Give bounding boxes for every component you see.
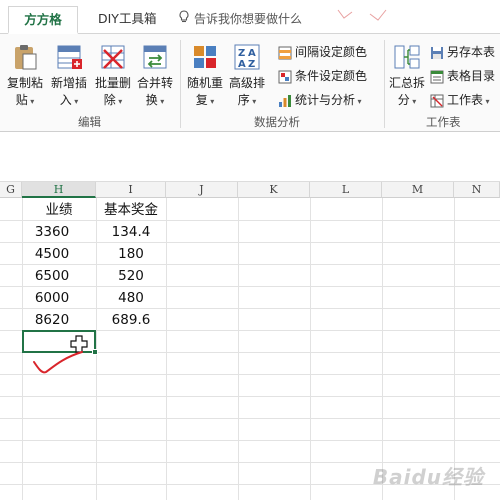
column-header-n[interactable]: N xyxy=(454,182,500,198)
clipboard-icon xyxy=(15,45,37,70)
grid-line xyxy=(454,198,455,500)
grid-line xyxy=(0,440,500,441)
random-repeat-button[interactable]: 随机重 复 ▾ xyxy=(184,42,226,110)
svg-text:A: A xyxy=(248,48,256,59)
insert-label-1: 新增插 xyxy=(50,76,87,90)
svg-text:A: A xyxy=(238,59,246,70)
cell-h-row2[interactable]: 4500 xyxy=(22,243,82,265)
grid-line xyxy=(382,198,383,500)
tell-me-search[interactable]: 告诉我你想要做什么 xyxy=(178,6,302,34)
lightbulb-icon xyxy=(178,7,190,33)
worksheet-button[interactable]: 工作表 ▾ xyxy=(430,90,490,110)
worksheet-label: 工作表 xyxy=(447,93,484,107)
sort-az-icon: Z AA Z xyxy=(234,44,260,70)
group-divider xyxy=(180,40,181,128)
grid-line xyxy=(166,198,167,500)
red-check-mark-icon xyxy=(33,351,83,374)
ribbon-tab-bar: 方方格子 DIY工具箱 告诉我你想要做什么 xyxy=(0,0,500,53)
cell-i-row3[interactable]: 520 xyxy=(96,265,166,287)
ribbon: 复制粘 贴 ▾ 新增插 入 ▾ 批量删 除 ▾ 合并转 换 ▾ 编辑 随机重 复… xyxy=(0,34,500,132)
interval-color-label: 间隔设定颜色 xyxy=(295,45,368,59)
cell-i-row1[interactable]: 134.4 xyxy=(96,221,166,243)
tab-fangfanggezi[interactable]: 方方格子 xyxy=(8,6,78,53)
summary-split-button[interactable]: 汇总拆 分 ▾ xyxy=(386,42,428,110)
merge-convert-button[interactable]: 合并转 换 ▾ xyxy=(134,42,176,110)
sheet-group-label: 工作表 xyxy=(426,115,461,129)
batch-delete-button[interactable]: 批量删 除 ▾ xyxy=(92,42,134,110)
grid-line xyxy=(310,198,311,500)
cell-h-row3[interactable]: 6500 xyxy=(22,265,82,287)
grid-line xyxy=(238,198,239,500)
condition-color-button[interactable]: 条件设定颜色 xyxy=(278,66,367,86)
column-header-i[interactable]: I xyxy=(96,182,166,198)
watermark: Baidu经验 xyxy=(372,465,484,489)
svg-text:Z: Z xyxy=(248,59,255,70)
svg-text:Z: Z xyxy=(238,48,245,59)
batch-delete-label-1: 批量删 xyxy=(94,76,131,90)
insert-table-icon xyxy=(57,45,82,69)
save-icon xyxy=(431,46,443,59)
tell-me-text: 告诉我你想要做什么 xyxy=(194,12,303,26)
interval-color-icon xyxy=(278,46,292,59)
cell-i-row2[interactable]: 180 xyxy=(96,243,166,265)
interval-color-button[interactable]: 间隔设定颜色 xyxy=(278,42,367,62)
table-directory-button[interactable]: 表格目录 xyxy=(430,66,495,86)
cell-i-header[interactable]: 基本奖金 xyxy=(96,199,166,221)
summary-split-icon xyxy=(394,45,420,69)
save-sheet-label: 另存本表 xyxy=(447,45,496,59)
directory-icon xyxy=(430,70,444,83)
cell-h-row1[interactable]: 3360 xyxy=(22,221,82,243)
fill-handle[interactable] xyxy=(92,349,98,355)
column-header-j[interactable]: J xyxy=(166,182,238,198)
column-header-h[interactable]: H xyxy=(22,182,96,198)
analysis-group-label: 数据分析 xyxy=(254,115,300,129)
copy-paste-label-2: 贴 xyxy=(15,93,28,107)
insert-label-2: 入 xyxy=(59,93,72,107)
merge-convert-label-2: 换 xyxy=(145,93,158,107)
random-repeat-label-1: 随机重 xyxy=(186,76,223,90)
merge-icon xyxy=(143,45,167,69)
save-sheet-button[interactable]: 另存本表 xyxy=(430,42,495,62)
formula-bar-area xyxy=(0,132,500,182)
cell-h-row5[interactable]: 8620 xyxy=(22,309,82,331)
statistics-analysis-button[interactable]: 统计与分析 ▾ xyxy=(278,90,362,110)
copy-paste-button[interactable]: 复制粘 贴 ▾ xyxy=(4,42,46,110)
summary-split-label-1: 汇总拆 xyxy=(388,76,425,90)
merge-convert-label-1: 合并转 xyxy=(136,76,173,90)
statistics-analysis-label: 统计与分析 xyxy=(295,93,356,107)
condition-color-label: 条件设定颜色 xyxy=(295,69,368,83)
random-icon xyxy=(194,46,216,68)
column-header-m[interactable]: M xyxy=(382,182,454,198)
grid-line xyxy=(0,396,500,397)
random-repeat-label-2: 复 xyxy=(195,93,208,107)
column-header-g[interactable]: G xyxy=(0,182,22,198)
grid-line xyxy=(0,418,500,419)
statistics-icon xyxy=(279,94,291,107)
cell-i-row4[interactable]: 480 xyxy=(96,287,166,309)
cell-h-header[interactable]: 业绩 xyxy=(22,199,96,221)
copy-paste-label-1: 复制粘 xyxy=(6,76,43,90)
cell-i-row5[interactable]: 689.6 xyxy=(96,309,166,331)
advanced-sort-label-2: 序 xyxy=(237,93,250,107)
column-header-k[interactable]: K xyxy=(238,182,310,198)
group-divider xyxy=(384,40,385,128)
advanced-sort-button[interactable]: ZAAZ 高级排 序 ▾ xyxy=(226,42,268,110)
summary-split-label-2: 分 xyxy=(397,93,410,107)
table-directory-label: 表格目录 xyxy=(447,69,496,83)
tab-diy-toolbox[interactable]: DIY工具箱 xyxy=(88,6,166,34)
delete-table-icon xyxy=(101,45,125,69)
worksheet-icon xyxy=(430,94,444,107)
advanced-sort-label-1: 高级排 xyxy=(228,76,265,90)
insert-button[interactable]: 新增插 入 ▾ xyxy=(48,42,90,110)
condition-color-icon xyxy=(278,70,292,83)
cell-h-row4[interactable]: 6000 xyxy=(22,287,82,309)
batch-delete-label-2: 除 xyxy=(103,93,116,107)
column-header-l[interactable]: L xyxy=(310,182,382,198)
edit-group-label: 编辑 xyxy=(78,115,101,129)
red-scribble-icon xyxy=(337,9,387,21)
